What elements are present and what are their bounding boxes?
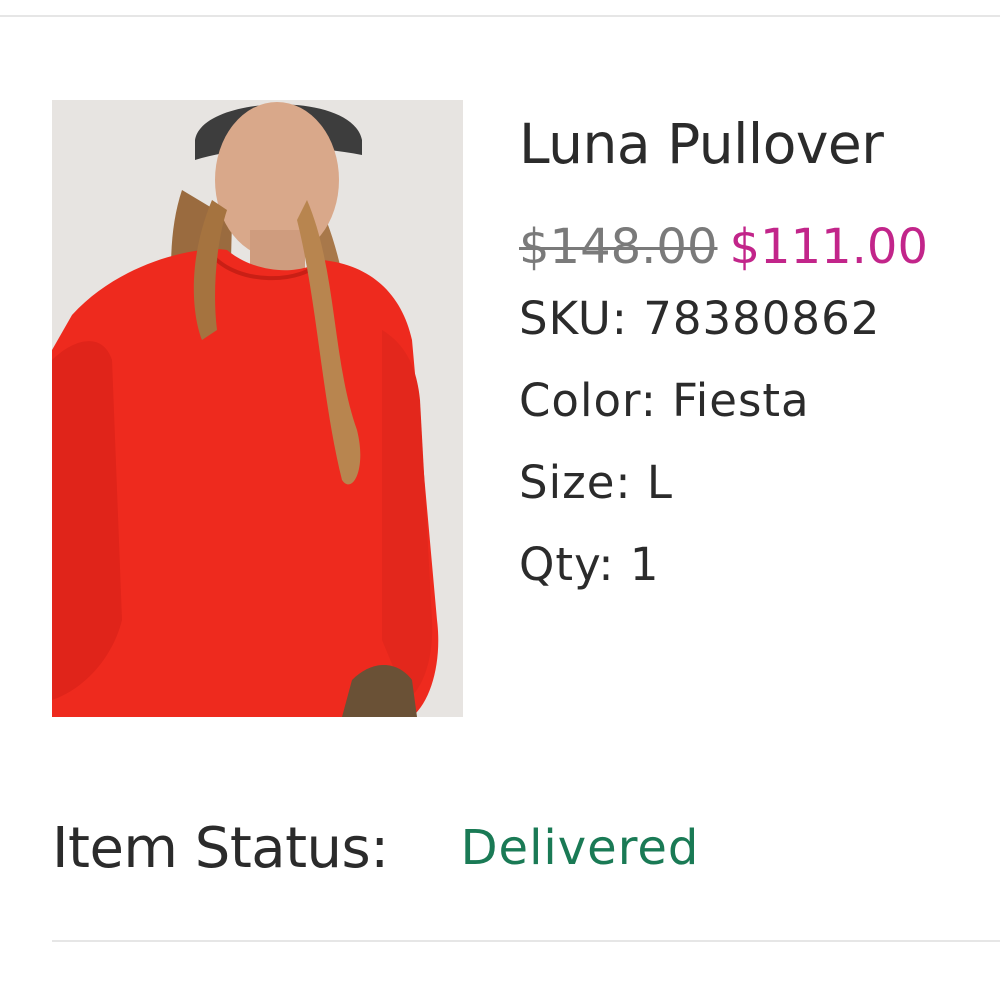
order-item-page: Luna Pullover $148.00 $111.00 SKU: 783808…	[0, 0, 1000, 1000]
item-details: Luna Pullover $148.00 $111.00 SKU: 783808…	[519, 108, 989, 606]
color-label: Color:	[519, 374, 657, 427]
sku-value: 78380862	[643, 292, 881, 345]
sku-label: SKU:	[519, 292, 628, 345]
sale-price: $111.00	[729, 219, 929, 275]
color-value: Fiesta	[672, 374, 810, 427]
product-photo-illustration	[52, 100, 463, 717]
product-title[interactable]: Luna Pullover	[519, 108, 989, 180]
sku-line: SKU: 78380862	[519, 278, 989, 360]
qty-label: Qty:	[519, 538, 615, 591]
item-status-row: Item Status: Delivered	[52, 808, 952, 888]
item-status-label: Item Status:	[52, 815, 389, 881]
size-line: Size: L	[519, 442, 989, 524]
bottom-divider	[52, 940, 1000, 942]
item-status-value: Delivered	[460, 820, 700, 876]
size-label: Size:	[519, 456, 632, 509]
qty-line: Qty: 1	[519, 524, 989, 606]
qty-value: 1	[629, 538, 660, 591]
price-row: $148.00 $111.00	[519, 216, 989, 278]
top-divider	[0, 15, 1000, 17]
original-price: $148.00	[519, 219, 718, 275]
product-image[interactable]	[52, 100, 463, 717]
size-value: L	[646, 456, 673, 509]
color-line: Color: Fiesta	[519, 360, 989, 442]
